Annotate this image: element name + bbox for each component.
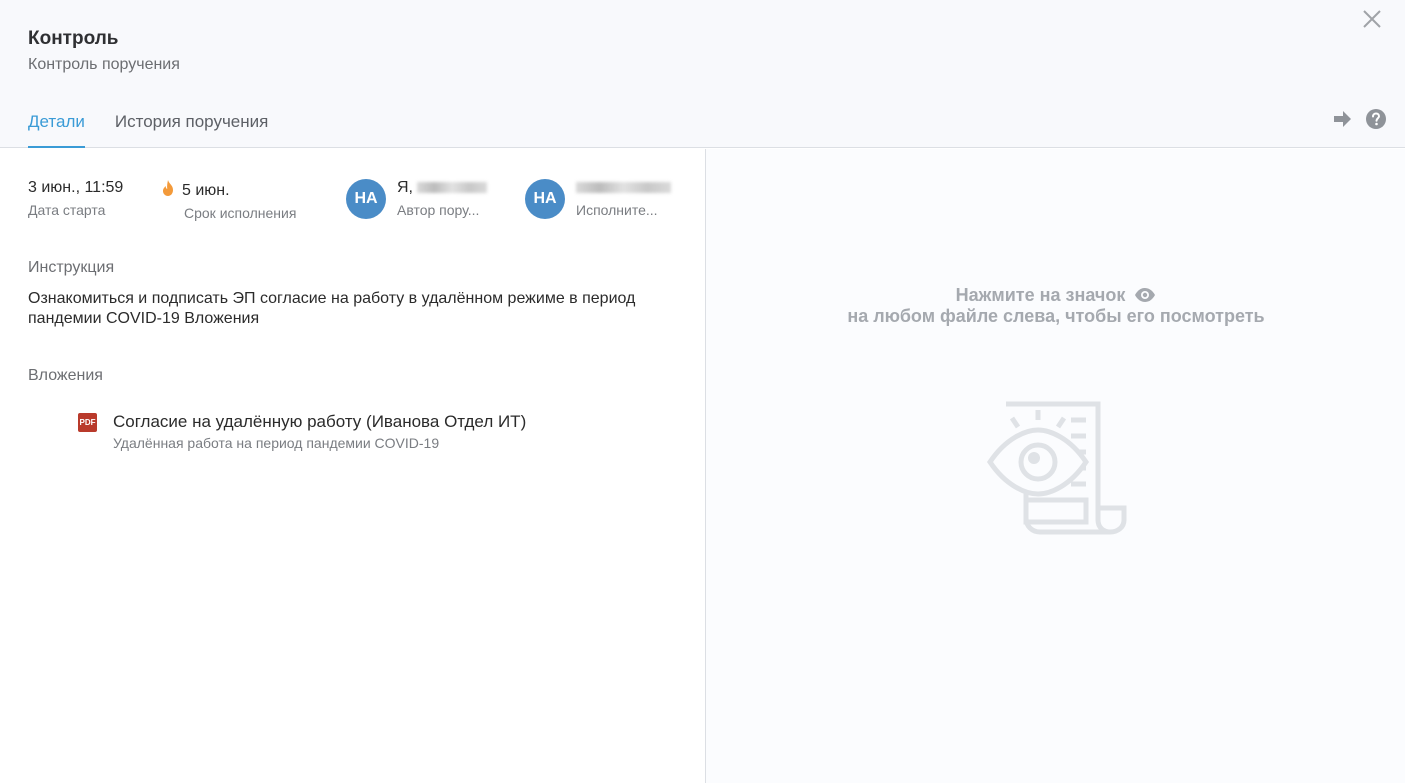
tab-bar: Детали История поручения (28, 112, 268, 148)
tab-details[interactable]: Детали (28, 112, 85, 148)
close-icon[interactable] (1361, 8, 1383, 30)
deadline-label: Срок исполнения (184, 205, 297, 221)
details-panel: 3 июн., 11:59 Дата старта 5 июн. Срок ис… (0, 149, 705, 783)
author-avatar[interactable]: НА (346, 179, 386, 219)
dialog-title: Контроль (28, 28, 119, 49)
header-actions (1331, 108, 1387, 130)
executor: Исполните... (576, 179, 671, 218)
attachment-description: Удалённая работа на период пандемии COVI… (113, 435, 440, 451)
help-icon[interactable] (1365, 108, 1387, 130)
executor-label: Исполните... (576, 202, 658, 218)
redacted-name (576, 182, 671, 194)
preview-hint-line1: Нажмите на значок (955, 285, 1126, 305)
preview-panel: Нажмите на значок на любом файле слева, … (705, 149, 1405, 783)
deadline: 5 июн. Срок исполнения (160, 179, 296, 221)
author: Я, Автор пору... (397, 179, 488, 218)
attachments-label: Вложения (28, 367, 103, 384)
eye-icon (1135, 288, 1156, 302)
dialog-subtitle: Контроль поручения (28, 56, 180, 73)
dialog-header: Контроль Контроль поручения Детали Истор… (0, 0, 1405, 148)
fire-icon (163, 180, 173, 196)
author-name: Я, (397, 179, 413, 196)
start-date-label: Дата старта (28, 202, 106, 218)
redacted-name (417, 182, 488, 194)
executor-avatar[interactable]: НА (525, 179, 565, 219)
preview-hint-line2: на любом файле слева, чтобы его посмотре… (847, 306, 1265, 326)
instruction-text: Ознакомиться и подписать ЭП согласие на … (28, 290, 636, 327)
pdf-icon: PDF (78, 413, 97, 432)
instruction-label: Инструкция (28, 259, 115, 276)
start-date-value: 3 июн., 11:59 (28, 179, 124, 196)
start-date: 3 июн., 11:59 Дата старта (28, 179, 123, 218)
author-label: Автор пору... (397, 202, 480, 218)
document-eye-illustration (986, 401, 1127, 535)
deadline-value: 5 июн. (182, 182, 230, 199)
tab-history[interactable]: История поручения (115, 112, 268, 148)
attachment-name[interactable]: Согласие на удалённую работу (Иванова От… (113, 412, 526, 432)
preview-hint: Нажмите на значок на любом файле слева, … (706, 285, 1405, 327)
forward-arrow-icon[interactable] (1331, 108, 1353, 130)
